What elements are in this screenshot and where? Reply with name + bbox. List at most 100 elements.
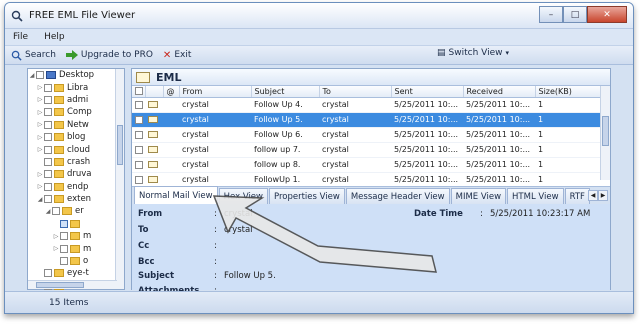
col-sent[interactable]: Sent: [391, 86, 464, 98]
tree-checkbox[interactable]: [60, 219, 68, 228]
tree-item[interactable]: ▷ endp: [28, 181, 124, 193]
scroll-thumb[interactable]: [602, 116, 609, 146]
tree-item[interactable]: ▷ m: [28, 242, 124, 254]
expand-toggle-icon[interactable]: ▷: [36, 109, 44, 116]
table-row[interactable]: crystal follow up 8. crystal 5/25/2011 10:.…: [132, 157, 602, 173]
list-vscrollbar[interactable]: [600, 86, 610, 180]
maximize-button[interactable]: □: [563, 6, 587, 23]
table-row[interactable]: crystal Follow Up 6. crystal 5/25/2011 10:.…: [132, 127, 602, 143]
select-column[interactable]: [132, 86, 146, 98]
bcc-row: Bcc :: [138, 257, 217, 267]
tree-item[interactable]: o: [28, 255, 124, 267]
tree-item[interactable]: ▷ Comp: [28, 106, 124, 118]
expand-toggle-icon[interactable]: ◢: [28, 72, 36, 79]
row-checkbox[interactable]: [135, 160, 143, 169]
close-button[interactable]: ✕: [587, 6, 627, 23]
tree-item[interactable]: ◢ er: [28, 205, 124, 217]
tab-properties-view[interactable]: Properties View: [268, 188, 345, 204]
tree-item[interactable]: [28, 218, 124, 230]
table-row[interactable]: crystal FollowUp 1. crystal 5/25/2011 10:..…: [132, 172, 602, 188]
tree-checkbox[interactable]: [44, 170, 52, 179]
tree-checkbox[interactable]: [44, 120, 52, 129]
col-received[interactable]: Received: [463, 86, 536, 98]
tree-item[interactable]: ▷ admi: [28, 94, 124, 106]
row-checkbox[interactable]: [135, 175, 143, 184]
subject-value: Follow Up 5.: [224, 271, 276, 281]
tree-item[interactable]: ◢ Desktop: [28, 69, 124, 81]
tree-item[interactable]: ▷ cloud: [28, 143, 124, 155]
tree-item[interactable]: ▷ Libra: [28, 81, 124, 93]
expand-toggle-icon[interactable]: ▷: [36, 121, 44, 128]
tree-checkbox[interactable]: [44, 83, 52, 92]
tree-item[interactable]: ▷ blog: [28, 131, 124, 143]
col-to[interactable]: To: [319, 86, 392, 98]
tree-checkbox[interactable]: [60, 244, 68, 253]
cell-to: crystal: [319, 142, 391, 158]
tab-mime-view[interactable]: MIME View: [450, 188, 507, 204]
tree-checkbox[interactable]: [44, 269, 52, 278]
tree-checkbox[interactable]: [60, 232, 68, 241]
search-button[interactable]: Search: [11, 50, 56, 61]
tree-checkbox[interactable]: [52, 207, 60, 216]
tree-item[interactable]: ◢ exten: [28, 193, 124, 205]
cell-subject: FollowUp 1.: [251, 172, 319, 188]
tree-checkbox[interactable]: [44, 133, 52, 142]
expand-toggle-icon[interactable]: ▷: [36, 96, 44, 103]
upgrade-button[interactable]: Upgrade to PRO: [65, 50, 153, 60]
table-row[interactable]: crystal follow up 7. crystal 5/25/2011 10:.…: [132, 142, 602, 158]
expand-toggle-icon[interactable]: ▷: [36, 171, 44, 178]
tab-rtf-view[interactable]: RTF: [564, 188, 590, 204]
expand-toggle-icon[interactable]: ▷: [52, 233, 60, 240]
cell-icon: [163, 97, 179, 113]
expand-toggle-icon[interactable]: ▷: [36, 84, 44, 91]
tree-checkbox[interactable]: [44, 157, 52, 166]
col-from[interactable]: From: [179, 86, 252, 98]
tab-hex-view[interactable]: Hex View: [218, 188, 268, 204]
row-checkbox[interactable]: [135, 100, 143, 109]
tab-next-button[interactable]: ▶: [598, 190, 608, 201]
folder-icon: [54, 133, 64, 142]
cell-size: 1: [535, 157, 602, 173]
col-subject[interactable]: Subject: [251, 86, 320, 98]
menu-help[interactable]: Help: [44, 32, 65, 42]
cell-icon: [145, 172, 163, 188]
tree-vscrollbar[interactable]: [115, 69, 124, 289]
tree-checkbox[interactable]: [44, 145, 52, 154]
minimize-button[interactable]: –: [539, 6, 563, 23]
switch-view-button[interactable]: ▤ Switch View ▾: [437, 48, 509, 58]
tree-checkbox[interactable]: [44, 95, 52, 104]
row-checkbox[interactable]: [135, 145, 143, 154]
expand-toggle-icon[interactable]: ◢: [36, 196, 44, 203]
cell-sent: 5/25/2011 10:...: [391, 127, 463, 143]
tab-prev-button[interactable]: ◀: [588, 190, 598, 201]
tree-checkbox[interactable]: [44, 108, 52, 117]
scroll-thumb[interactable]: [117, 125, 123, 165]
expand-toggle-icon[interactable]: ▷: [52, 245, 60, 252]
expand-toggle-icon[interactable]: ◢: [44, 208, 52, 215]
tab-message-header-view[interactable]: Message Header View: [345, 188, 450, 204]
tree-checkbox[interactable]: [36, 71, 44, 80]
expand-toggle-icon[interactable]: ▷: [36, 146, 44, 153]
tab-normal-mail-view[interactable]: Normal Mail View: [134, 186, 218, 204]
cell-icon: [163, 157, 179, 173]
tree-checkbox[interactable]: [44, 182, 52, 191]
table-row[interactable]: crystal Follow Up 4. crystal 5/25/2011 10:.…: [132, 97, 602, 113]
tree-item[interactable]: ▷ Netw: [28, 119, 124, 131]
tree-item[interactable]: ▷ druva: [28, 168, 124, 180]
expand-toggle-icon[interactable]: ▷: [36, 134, 44, 141]
tree-checkbox[interactable]: [44, 195, 52, 204]
tree-checkbox[interactable]: [60, 257, 68, 266]
row-checkbox[interactable]: [135, 115, 143, 124]
table-row[interactable]: crystal Follow Up 5. crystal 5/25/2011 10:.…: [132, 112, 602, 128]
menu-file[interactable]: File: [13, 32, 28, 42]
tree-hscrollbar[interactable]: [28, 280, 117, 289]
tree-item[interactable]: ▷ m: [28, 230, 124, 242]
tree-item[interactable]: eye-t: [28, 267, 124, 279]
row-checkbox[interactable]: [135, 130, 143, 139]
scroll-thumb[interactable]: [36, 282, 84, 288]
tab-html-view[interactable]: HTML View: [507, 188, 564, 204]
exit-button[interactable]: ✕ Exit: [163, 50, 191, 61]
tree-item[interactable]: crash: [28, 156, 124, 168]
col-size[interactable]: Size(KB): [535, 86, 603, 98]
expand-toggle-icon[interactable]: ▷: [36, 183, 44, 190]
